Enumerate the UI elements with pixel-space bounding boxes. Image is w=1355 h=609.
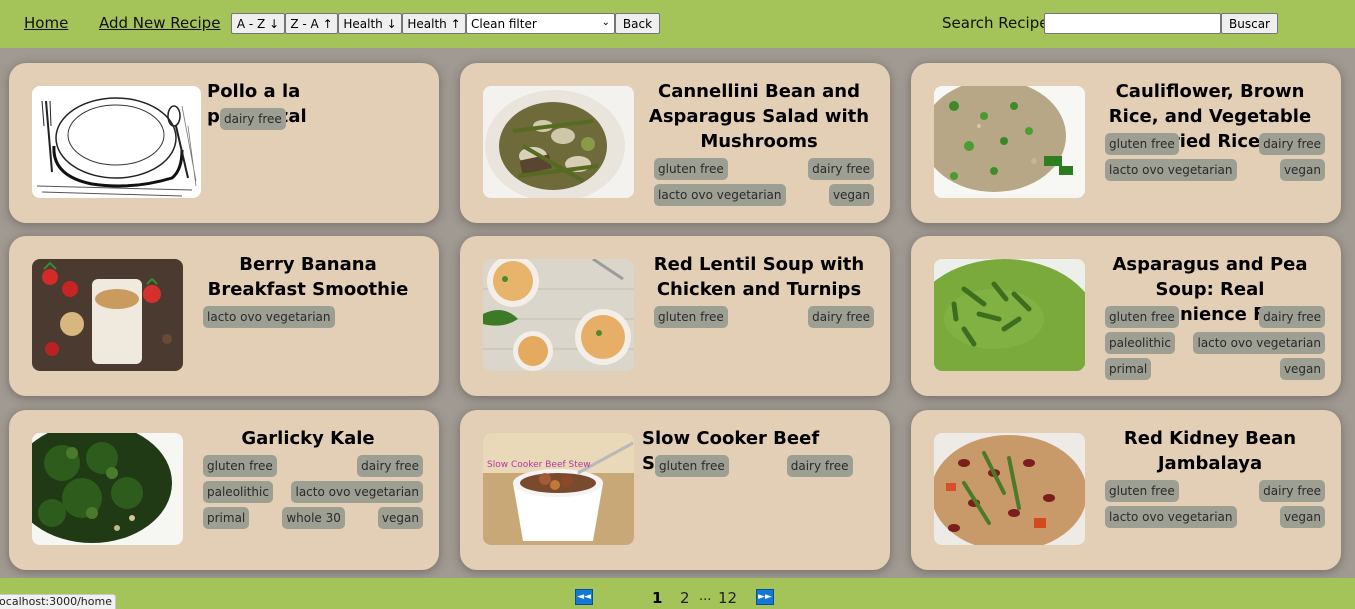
diet-tag: gluten free [655,455,729,477]
recipe-card[interactable]: Red Kidney Bean Jambalaya gluten free da… [911,410,1341,570]
recipe-card[interactable]: Red Lentil Soup with Chicken and Turnips… [460,236,890,396]
recipe-image[interactable] [483,86,634,198]
diet-tag: dairy free [786,455,853,477]
diet-tags: gluten free dairy free paleolithic lacto… [203,455,423,529]
diet-tag: gluten free [1105,306,1179,328]
diet-tag: lacto ovo vegetarian [1193,332,1325,354]
page-number-current[interactable]: 1 [652,589,662,607]
diet-tag: lacto ovo vegetarian [654,184,786,206]
diet-tags: gluten free dairy free lacto ovo vegetar… [1105,133,1325,181]
diet-tag: primal [1105,358,1152,380]
recipe-image[interactable] [934,259,1085,371]
search-label: Search Recipe: [942,14,1054,32]
diet-tags: gluten free dairy free [654,306,874,328]
diet-tag: gluten free [203,455,277,477]
health-desc-button[interactable]: Health ↓ [338,13,402,34]
diet-tag: vegan [828,184,874,206]
pagination-bar: ◄◄ 1 2 ... 12 ►► [0,578,1355,609]
search-button[interactable]: Buscar [1221,13,1278,34]
recipe-title: Red Lentil Soup with Chicken and Turnips [653,254,865,300]
diet-tag: whole 30 [282,507,345,529]
first-page-button[interactable]: ◄◄ [575,589,593,605]
diet-tag: dairy free [808,158,874,180]
recipe-image[interactable] [934,86,1085,198]
diet-tag: dairy free [1259,133,1325,155]
photo-caption: Slow Cooker Beef Stew [487,460,591,470]
diet-tag: lacto ovo vegetarian [1105,159,1237,181]
health-asc-button[interactable]: Health ↑ [402,13,466,34]
recipe-image[interactable] [32,259,183,371]
recipe-card[interactable]: Cauliflower, Brown Rice, and Vegetable F… [911,63,1341,223]
diet-tag: lacto ovo vegetarian [291,481,423,503]
browser-status-url: localhost:3000/home [0,594,116,609]
diet-tag: dairy free [357,455,423,477]
diet-tag: lacto ovo vegetarian [1105,506,1237,528]
sort-za-button[interactable]: Z - A ↑ [285,13,338,34]
sort-az-button[interactable]: A - Z ↓ [231,13,285,34]
search-input[interactable] [1044,13,1221,34]
page-number[interactable]: 2 [680,589,690,607]
top-navbar: Home Add New Recipe A - Z ↓ Z - A ↑ Heal… [0,0,1355,48]
recipe-title: Cannellini Bean and Asparagus Salad with… [648,81,870,152]
diet-tag: dairy free [808,306,874,328]
recipe-title: Garlicky Kale [241,428,375,449]
diet-tag: gluten free [654,306,728,328]
recipe-card[interactable]: Pollo a la provenzal dairy free [9,63,439,223]
diet-tag: lacto ovo vegetarian [203,306,335,328]
diet-tags: dairy free [220,108,440,130]
diet-tag: vegan [1279,358,1325,380]
recipe-image[interactable] [32,86,201,198]
diet-tag: gluten free [1105,133,1179,155]
recipe-card[interactable]: Berry Banana Breakfast Smoothie lacto ov… [9,236,439,396]
page-ellipsis: ... [699,589,712,604]
recipe-title: Berry Banana Breakfast Smoothie [207,254,409,300]
recipe-card[interactable]: Asparagus and Pea Soup: Real Convenience… [911,236,1341,396]
recipe-image[interactable]: Slow Cooker Beef Stew [483,433,634,545]
recipe-card[interactable]: Garlicky Kale gluten free dairy free pal… [9,410,439,570]
diet-tag: vegan [1279,159,1325,181]
diet-tag: dairy free [220,108,286,130]
diet-tag: dairy free [1259,480,1325,502]
recipe-title: Red Kidney Bean Jambalaya [1123,428,1297,474]
recipe-image[interactable] [934,433,1085,545]
chevron-down-icon: ⌄ [601,17,610,28]
recipe-image[interactable] [483,259,634,371]
back-button[interactable]: Back [615,13,660,34]
recipe-card[interactable]: Cannellini Bean and Asparagus Salad with… [460,63,890,223]
diet-tag: vegan [1279,506,1325,528]
recipe-image[interactable] [32,433,183,545]
diet-tags: gluten free dairy free lacto ovo vegetar… [654,158,874,206]
diet-tags: lacto ovo vegetarian [203,306,423,328]
page-number[interactable]: 12 [718,589,737,607]
diet-filter-select[interactable]: Clean filter ⌄ [466,13,615,34]
recipe-card[interactable]: Slow Cooker Beef Stew Slow Cooker Beef S… [460,410,890,570]
diet-tag: vegan [377,507,423,529]
diet-tag: paleolithic [203,481,273,503]
home-link[interactable]: Home [24,14,68,32]
last-page-button[interactable]: ►► [756,589,774,605]
diet-tag: primal [203,507,250,529]
diet-tag: dairy free [1259,306,1325,328]
diet-tags: gluten free dairy free paleolithic lacto… [1105,306,1325,380]
diet-tag: paleolithic [1105,332,1175,354]
add-recipe-link[interactable]: Add New Recipe [99,14,220,32]
fast-forward-icon: ►► [758,592,772,602]
diet-tag: gluten free [654,158,728,180]
diet-tag: gluten free [1105,480,1179,502]
diet-filter-value: Clean filter [471,16,537,31]
diet-tags: gluten free dairy free [655,455,875,477]
rewind-icon: ◄◄ [577,592,591,602]
diet-tags: gluten free dairy free lacto ovo vegetar… [1105,480,1325,528]
